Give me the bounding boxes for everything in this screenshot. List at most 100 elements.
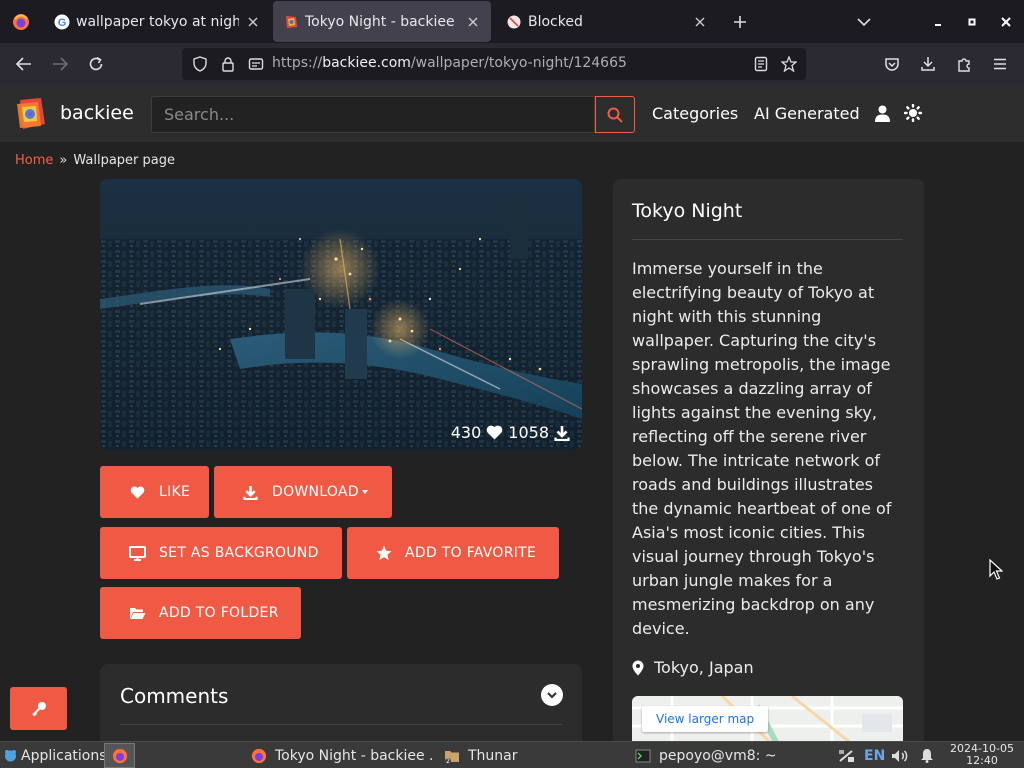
keyboard-layout[interactable]: EN [864, 742, 885, 768]
chevron-down-icon[interactable] [541, 684, 563, 706]
mouse-cursor-icon [989, 559, 1003, 580]
tab-title: Tokyo Night - backiee [305, 13, 455, 30]
add-to-favorite-button[interactable]: ADD TO FAVORITE [347, 527, 559, 579]
shield-icon[interactable] [192, 56, 208, 72]
add-to-folder-button[interactable]: ADD TO FOLDER [100, 587, 301, 639]
theme-toggle-sun-icon[interactable] [904, 104, 922, 122]
extensions-icon[interactable] [952, 52, 976, 76]
download-icon [554, 425, 570, 441]
maximize-icon[interactable] [962, 12, 982, 32]
tab-title: wallpaper tokyo at night - G [76, 13, 239, 30]
add-to-folder-label: ADD TO FOLDER [159, 605, 279, 621]
clock[interactable]: 2024-10-05 12:40 [944, 743, 1020, 767]
like-button[interactable]: LIKE [100, 466, 209, 518]
back-arrow-icon[interactable] [12, 52, 36, 76]
bookmark-star-icon[interactable] [781, 56, 797, 72]
monitor-icon [129, 545, 146, 562]
heart-icon [129, 484, 146, 501]
downloads-count: 1058 [508, 423, 549, 442]
browser-tab-bar: G wallpaper tokyo at night - G Tokyo Nig… [0, 0, 1024, 43]
terminal-icon [635, 749, 651, 762]
url-scheme: https:// [272, 55, 323, 71]
taskbar-window-terminal[interactable]: pepoyo@vm8: ~ [629, 743, 817, 768]
reader-view-icon[interactable] [753, 56, 769, 72]
download-dropdown-button[interactable]: DOWNLOAD [214, 466, 392, 518]
tab-google-search[interactable]: G wallpaper tokyo at night - G [44, 1, 271, 42]
star-icon [375, 545, 392, 562]
wallpaper-image[interactable]: 430 1058 [100, 179, 582, 450]
system-taskbar: Applications Tokyo Night - backiee ... 2… [0, 741, 1024, 768]
firefox-icon [251, 748, 267, 763]
forward-arrow-icon[interactable] [48, 52, 72, 76]
xfce-mouse-icon [5, 750, 16, 762]
key-icon [31, 701, 46, 716]
applications-menu[interactable]: Applications [3, 742, 107, 768]
likes-count: 430 [450, 423, 482, 442]
permissions-icon[interactable] [248, 56, 264, 72]
nav-ai-generated[interactable]: AI Generated [754, 104, 860, 123]
search-input[interactable] [152, 97, 594, 132]
set-as-background-label: SET AS BACKGROUND [159, 545, 319, 561]
close-window-icon[interactable] [996, 12, 1016, 32]
taskbar-window-thunar[interactable]: 2 Thunar [438, 743, 626, 768]
download-icon [242, 484, 259, 501]
heart-icon [486, 425, 503, 440]
notification-bell-icon[interactable] [920, 742, 934, 768]
comments-title: Comments [120, 684, 229, 708]
close-icon[interactable] [245, 14, 261, 30]
google-icon: G [54, 14, 70, 29]
search-button[interactable] [595, 96, 635, 133]
url-path: /wallpaper/tokyo-night/124665 [410, 55, 627, 71]
breadcrumb-separator: » [59, 153, 68, 168]
firefox-menu-icon[interactable] [0, 0, 42, 43]
url-host: backiee.com [322, 55, 411, 71]
svg-text:G: G [58, 17, 67, 29]
add-to-favorite-label: ADD TO FAVORITE [405, 545, 537, 561]
user-icon[interactable] [873, 104, 891, 122]
map-pin-icon [632, 660, 644, 675]
url-text[interactable]: https://backiee.com/wallpaper/tokyo-nigh… [272, 55, 627, 71]
tab-backiee[interactable]: Tokyo Night - backiee [273, 1, 491, 42]
view-larger-map-link[interactable]: View larger map [642, 706, 769, 732]
backiee-icon [286, 15, 297, 28]
divider [632, 239, 903, 240]
applications-label: Applications [21, 747, 107, 764]
tab-blocked[interactable]: Blocked [496, 1, 718, 42]
location: Tokyo, Japan [632, 658, 754, 677]
download-label: DOWNLOAD [272, 484, 359, 500]
clock-time: 12:40 [966, 754, 998, 767]
close-icon[interactable] [692, 14, 708, 30]
volume-icon[interactable] [891, 742, 909, 768]
wallpaper-stats: 430 1058 [451, 423, 570, 442]
tab-title: Blocked [528, 13, 583, 30]
lock-icon[interactable] [220, 56, 236, 72]
taskbar-window-title: Tokyo Night - backiee ... [275, 747, 435, 764]
divider [120, 724, 562, 725]
reload-icon[interactable] [84, 52, 108, 76]
taskbar-window-firefox[interactable]: Tokyo Night - backiee ... [245, 743, 435, 768]
firefox-launcher-icon[interactable] [104, 743, 135, 768]
nav-categories[interactable]: Categories [652, 104, 738, 123]
list-tabs-chevron-down-icon[interactable] [854, 12, 874, 32]
new-tab-icon[interactable] [730, 12, 750, 32]
key-button[interactable] [10, 687, 67, 730]
minimize-icon[interactable] [928, 12, 948, 32]
breadcrumb-home-link[interactable]: Home [15, 153, 53, 168]
network-icon[interactable] [838, 742, 856, 768]
pocket-icon[interactable] [880, 52, 904, 76]
folder-icon: 2 [445, 750, 459, 764]
embedded-map[interactable]: View larger map [632, 696, 903, 744]
downloads-icon[interactable] [916, 52, 940, 76]
svg-text:2: 2 [446, 758, 450, 764]
search-field[interactable] [151, 96, 595, 133]
brand-name[interactable]: backiee [60, 102, 134, 124]
wallpaper-description: Immerse yourself in the electrifying bea… [632, 259, 892, 638]
location-text: Tokyo, Japan [654, 658, 754, 677]
folder-open-icon [129, 605, 146, 622]
taskbar-window-title: pepoyo@vm8: ~ [659, 747, 777, 764]
close-icon[interactable] [465, 14, 481, 30]
backiee-logo[interactable] [16, 97, 46, 130]
url-bar[interactable]: https://backiee.com/wallpaper/tokyo-nigh… [182, 48, 806, 80]
hamburger-menu-icon[interactable] [988, 52, 1012, 76]
set-as-background-button[interactable]: SET AS BACKGROUND [100, 527, 342, 579]
